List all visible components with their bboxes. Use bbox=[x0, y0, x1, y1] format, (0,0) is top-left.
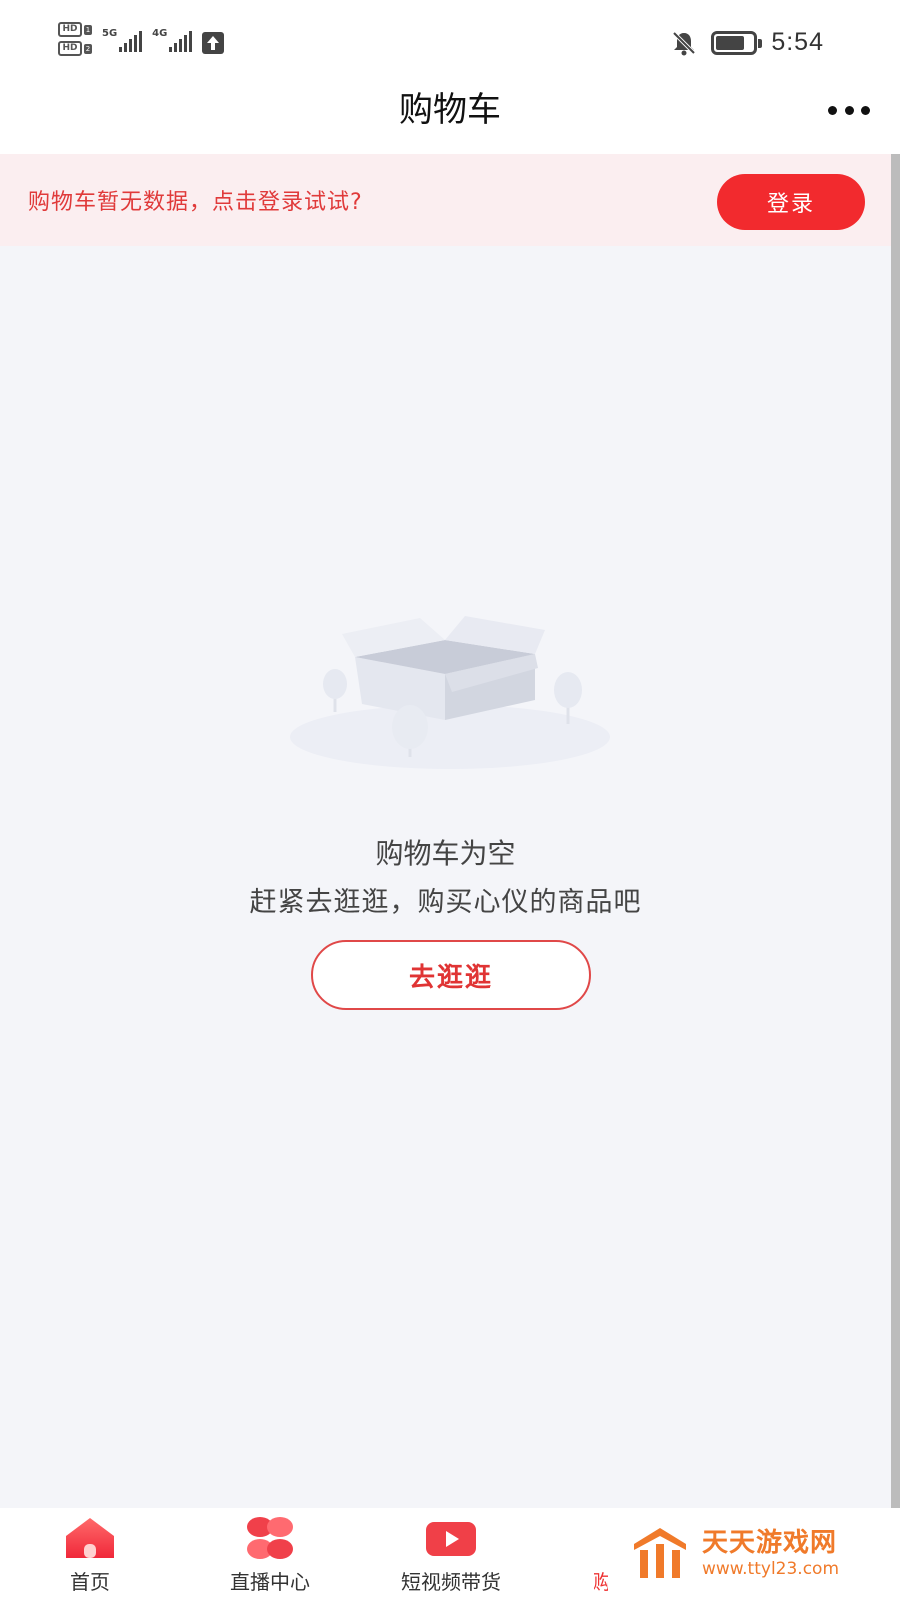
watermark-url: www.ttyl23.com bbox=[702, 1559, 840, 1579]
empty-title: 购物车为空 bbox=[375, 837, 516, 870]
nav-bar: 购物车 bbox=[0, 86, 900, 154]
tab-label: 购 bbox=[594, 1570, 608, 1594]
network-2: 4G bbox=[152, 22, 193, 54]
sim-number: 1 bbox=[84, 24, 92, 35]
hd-badge-2: HD 2 bbox=[58, 41, 92, 56]
scrollbar[interactable] bbox=[891, 154, 900, 1508]
watermark-text: 天天游戏网 www.ttyl23.com bbox=[702, 1528, 839, 1580]
tab-label: 短视频带货 bbox=[401, 1570, 501, 1594]
empty-subtitle: 赶紧去逛逛，购买心仪的商品吧 bbox=[249, 887, 642, 918]
hd-indicators: HD 1 HD 2 bbox=[58, 22, 92, 56]
live-center-icon bbox=[244, 1514, 296, 1562]
status-bar: HD 1 HD 2 5G 4G 5:54 bbox=[0, 0, 900, 86]
signal-icon bbox=[119, 30, 143, 52]
login-banner: 购物车暂无数据，点击登录试试? 登录 bbox=[0, 154, 891, 246]
bell-off-icon bbox=[671, 30, 697, 56]
login-button[interactable]: 登录 bbox=[717, 174, 865, 230]
tab-short-video[interactable]: 短视频带货 bbox=[386, 1508, 516, 1600]
clock: 5:54 bbox=[771, 28, 824, 56]
more-icon[interactable] bbox=[828, 102, 870, 118]
page-title: 购物车 bbox=[399, 90, 501, 130]
network-type-label: 4G bbox=[152, 28, 168, 39]
network-1: 5G bbox=[102, 22, 143, 54]
hd-badge-1: HD 1 bbox=[58, 22, 92, 37]
login-tip-text: 购物车暂无数据，点击登录试试? bbox=[28, 190, 363, 215]
signal-icon bbox=[169, 30, 193, 52]
video-play-icon bbox=[425, 1514, 477, 1562]
tab-home[interactable]: 首页 bbox=[60, 1508, 120, 1600]
upload-icon bbox=[202, 32, 225, 54]
status-right: 5:54 bbox=[671, 28, 824, 57]
tab-label: 直播中心 bbox=[230, 1570, 310, 1594]
cart-icon bbox=[594, 1514, 608, 1562]
status-left: HD 1 HD 2 5G 4G bbox=[58, 22, 225, 56]
battery-icon bbox=[711, 30, 763, 55]
watermark-title: 天天游戏网 bbox=[702, 1528, 838, 1558]
tab-live-center[interactable]: 直播中心 bbox=[220, 1508, 320, 1600]
watermark: 天天游戏网 www.ttyl23.com bbox=[610, 1508, 900, 1600]
tab-label: 首页 bbox=[70, 1570, 110, 1594]
network-type-label: 5G bbox=[102, 28, 118, 39]
sim-number: 2 bbox=[84, 43, 92, 54]
tab-cart[interactable]: 购 bbox=[594, 1508, 608, 1600]
watermark-logo-icon bbox=[630, 1524, 690, 1584]
hd-icon: HD bbox=[58, 22, 82, 37]
go-shopping-button[interactable]: 去逛逛 bbox=[311, 940, 591, 1010]
hd-icon: HD bbox=[58, 41, 82, 56]
empty-box-illustration bbox=[290, 612, 610, 792]
home-icon bbox=[64, 1514, 116, 1562]
